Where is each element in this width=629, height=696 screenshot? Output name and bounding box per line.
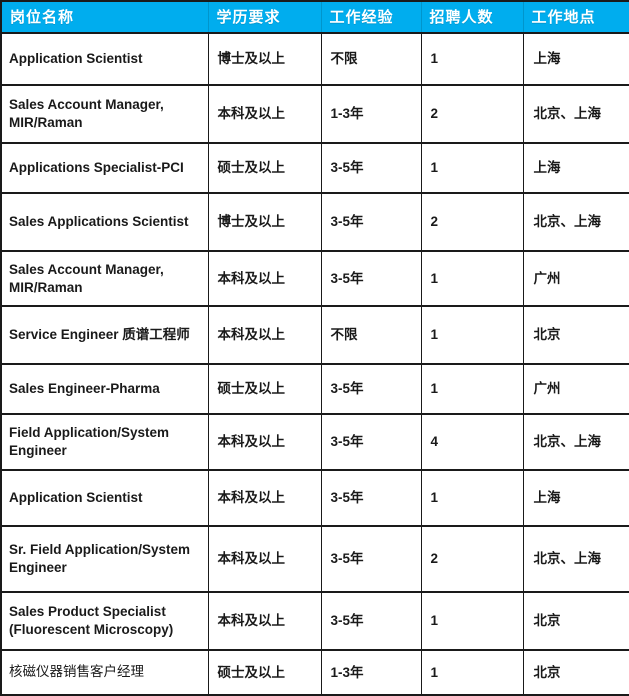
experience-cell: 3-5年 [321,193,422,252]
table-row[interactable]: Sales Applications Scientist 博士及以上 3-5年 2 北京… [0,193,629,252]
headcount-cell: 1 [421,470,524,527]
location-cell: 广州 [523,364,629,415]
experience-cell: 3-5年 [321,470,422,527]
experience-cell: 不限 [321,33,422,86]
table-row[interactable]: Application Scientist 博士及以上 不限 1 上海 [0,33,629,86]
location-cell: 上海 [523,33,629,86]
table-row[interactable]: Sales Account Manager, MIR/Raman 本科及以上 1-3… [0,85,629,144]
job-title-cell: Sales Product Specialist (Fluorescent Mi… [0,592,209,651]
job-title-cell: Applications Specialist-PCI [0,143,209,194]
table-body: Application Scientist 博士及以上 不限 1 上海 Sales Acc… [0,33,629,696]
education-cell: 硕士及以上 [208,650,322,696]
job-title-cell: Field Application/System Engineer [0,414,209,471]
job-title-cell: Sales Account Manager, MIR/Raman [0,85,209,144]
job-title-cell: Application Scientist [0,33,209,86]
location-cell: 北京 [523,650,629,696]
table-row[interactable]: Applications Specialist-PCI 硕士及以上 3-5年 1 上海 [0,143,629,194]
headcount-cell: 1 [421,364,524,415]
education-cell: 本科及以上 [208,306,322,365]
table-header: 岗位名称 学历要求 工作经验 招聘人数 工作地点 [0,0,629,34]
experience-cell: 3-5年 [321,364,422,415]
experience-cell: 3-5年 [321,143,422,194]
table-row[interactable]: Sales Engineer-Pharma 硕士及以上 3-5年 1 广州 [0,364,629,415]
job-title-cell: Sales Engineer-Pharma [0,364,209,415]
experience-cell: 3-5年 [321,526,422,593]
location-cell: 北京、上海 [523,414,629,471]
experience-cell: 3-5年 [321,414,422,471]
education-cell: 本科及以上 [208,526,322,593]
location-cell: 北京 [523,306,629,365]
headcount-cell: 1 [421,592,524,651]
experience-cell: 3-5年 [321,592,422,651]
location-cell: 北京、上海 [523,193,629,252]
table-row[interactable]: Field Application/System Engineer 本科及以上 3-… [0,414,629,471]
job-title-cell: Application Scientist [0,470,209,527]
headcount-cell: 2 [421,85,524,144]
education-cell: 本科及以上 [208,470,322,527]
table-row[interactable]: 核磁仪器销售客户经理 硕士及以上 1-3年 1 北京 [0,650,629,696]
table-row[interactable]: Application Scientist 本科及以上 3-5年 1 上海 [0,470,629,527]
location-cell: 广州 [523,251,629,307]
column-header-job-title: 岗位名称 [0,0,209,34]
education-cell: 博士及以上 [208,193,322,252]
table-header-row: 岗位名称 学历要求 工作经验 招聘人数 工作地点 [0,0,629,34]
location-cell: 北京、上海 [523,526,629,593]
column-header-experience: 工作经验 [321,0,422,34]
job-title-cell: Sales Applications Scientist [0,193,209,252]
education-cell: 本科及以上 [208,414,322,471]
education-cell: 本科及以上 [208,251,322,307]
headcount-cell: 1 [421,33,524,86]
job-openings-table: 岗位名称 学历要求 工作经验 招聘人数 工作地点 Application Sci… [0,0,629,696]
experience-cell: 1-3年 [321,650,422,696]
headcount-cell: 2 [421,526,524,593]
job-title-cell: Sales Account Manager, MIR/Raman [0,251,209,307]
table-row[interactable]: Sales Product Specialist (Fluorescent Mi… [0,592,629,651]
education-cell: 硕士及以上 [208,364,322,415]
headcount-cell: 1 [421,306,524,365]
table-row[interactable]: Service Engineer 质谱工程师 本科及以上 不限 1 北京 [0,306,629,365]
job-title-cell: Sr. Field Application/System Engineer [0,526,209,593]
column-header-location: 工作地点 [523,0,629,34]
headcount-cell: 1 [421,251,524,307]
table-row[interactable]: Sales Account Manager, MIR/Raman 本科及以上 3-5… [0,251,629,307]
job-title-cell: 核磁仪器销售客户经理 [0,650,209,696]
column-header-headcount: 招聘人数 [421,0,524,34]
experience-cell: 3-5年 [321,251,422,307]
education-cell: 本科及以上 [208,592,322,651]
experience-cell: 1-3年 [321,85,422,144]
location-cell: 上海 [523,470,629,527]
location-cell: 北京、上海 [523,85,629,144]
headcount-cell: 4 [421,414,524,471]
location-cell: 北京 [523,592,629,651]
job-title-cell: Service Engineer 质谱工程师 [0,306,209,365]
headcount-cell: 1 [421,143,524,194]
education-cell: 博士及以上 [208,33,322,86]
headcount-cell: 1 [421,650,524,696]
location-cell: 上海 [523,143,629,194]
education-cell: 硕士及以上 [208,143,322,194]
column-header-education: 学历要求 [208,0,322,34]
experience-cell: 不限 [321,306,422,365]
headcount-cell: 2 [421,193,524,252]
education-cell: 本科及以上 [208,85,322,144]
table-row[interactable]: Sr. Field Application/System Engineer 本科及… [0,526,629,593]
